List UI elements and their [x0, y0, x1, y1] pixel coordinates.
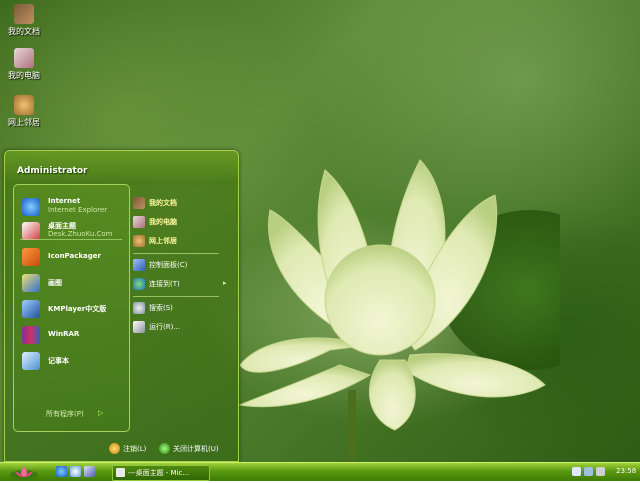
start-menu-places-pane: 我的文档 我的电脑 网上邻居 控制面板(C) 连接到(T) ▸ 搜索(S) 运行…	[129, 184, 234, 430]
run-icon	[133, 321, 145, 333]
tray-volume-icon[interactable]	[584, 467, 593, 476]
my-documents-icon	[133, 197, 145, 209]
iconpackager-icon	[22, 248, 40, 266]
taskbar-window-title: ---桌面主题 - Mic...	[128, 469, 190, 477]
place-my-computer[interactable]: 我的电脑	[133, 215, 233, 231]
my-documents-icon	[14, 4, 34, 24]
control-panel-icon	[133, 259, 145, 271]
my-computer-icon	[133, 216, 145, 228]
my-computer-icon	[14, 48, 34, 68]
taskbar-window-button[interactable]: ---桌面主题 - Mic...	[112, 465, 210, 481]
program-title: KMPlayer中文版	[48, 305, 107, 313]
program-title: 画图	[48, 279, 62, 287]
desktop-icon-label: 网上邻居	[8, 118, 40, 127]
start-menu: Administrator Internet Internet Explorer…	[4, 150, 239, 462]
place-label: 运行(R)...	[149, 323, 181, 331]
place-label: 我的电脑	[149, 218, 177, 226]
arrow-right-icon: ▷	[98, 409, 104, 417]
tray-app-icon[interactable]	[596, 467, 605, 476]
network-places-icon	[14, 95, 34, 115]
connect-to-icon	[133, 278, 145, 290]
program-title: 记事本	[48, 357, 69, 365]
place-control-panel[interactable]: 控制面板(C)	[133, 258, 233, 274]
taskbar: ---桌面主题 - Mic... 23:58	[0, 462, 640, 481]
start-menu-programs-pane: Internet Internet Explorer 桌面主题 Desk.Zhu…	[13, 184, 130, 432]
user-name: Administrator	[17, 166, 88, 176]
desktop-icon-my-computer[interactable]: 我的电脑	[2, 48, 46, 81]
paint-icon	[22, 274, 40, 292]
start-menu-header: Administrator	[5, 151, 238, 185]
lotus-start-icon	[10, 466, 38, 480]
winrar-icon	[22, 326, 40, 344]
program-paint[interactable]: 画图	[22, 273, 127, 295]
desktop-icon-label: 我的电脑	[8, 71, 40, 80]
program-title: Internet	[48, 197, 81, 205]
divider	[133, 296, 219, 297]
all-programs-button[interactable]: 所有程序(P)	[46, 409, 84, 419]
place-search[interactable]: 搜索(S)	[133, 301, 233, 317]
power-icon	[159, 443, 170, 454]
system-tray: 23:58	[570, 465, 640, 479]
tray-network-icon[interactable]	[572, 467, 581, 476]
program-winrar[interactable]: WinRAR	[22, 325, 127, 347]
program-title: IconPackager	[48, 252, 101, 260]
place-label: 控制面板(C)	[149, 261, 188, 269]
kmplayer-icon	[22, 300, 40, 318]
program-subtitle: Internet Explorer	[48, 206, 108, 214]
submenu-arrow-icon: ▸	[223, 279, 227, 287]
logoff-button[interactable]: 注销(L)	[109, 443, 157, 457]
divider	[20, 239, 122, 240]
notepad-icon	[22, 352, 40, 370]
start-menu-footer: 注销(L) 关闭计算机(U)	[5, 437, 238, 461]
logoff-icon	[109, 443, 120, 454]
place-my-documents[interactable]: 我的文档	[133, 196, 233, 212]
logoff-label: 注销(L)	[123, 445, 147, 453]
desktop-icon-network-places[interactable]: 网上邻居	[2, 95, 46, 128]
shutdown-button[interactable]: 关闭计算机(U)	[159, 443, 235, 457]
quicklaunch-ie-icon[interactable]	[56, 466, 67, 477]
start-button[interactable]	[4, 463, 44, 481]
quicklaunch-desktop-icon[interactable]	[84, 466, 95, 477]
divider	[133, 253, 219, 254]
program-iconpackager[interactable]: IconPackager	[22, 247, 127, 269]
desktop-wallpaper: 我的文档 我的电脑 网上邻居 Administrator Internet In…	[0, 0, 640, 462]
place-label: 搜索(S)	[149, 304, 173, 312]
window-icon	[116, 468, 125, 477]
program-notepad[interactable]: 记事本	[22, 351, 127, 373]
place-label: 网上邻居	[149, 237, 177, 245]
quicklaunch-browser-icon[interactable]	[70, 466, 81, 477]
place-label: 连接到(T)	[149, 280, 180, 288]
clock[interactable]: 23:58	[616, 467, 636, 475]
desk-theme-icon	[22, 222, 40, 240]
program-kmplayer[interactable]: KMPlayer中文版	[22, 299, 127, 321]
lotus-flower-image	[238, 159, 560, 460]
search-icon	[133, 302, 145, 314]
desktop-icon-my-documents[interactable]: 我的文档	[2, 4, 46, 37]
desktop-icon-label: 我的文档	[8, 27, 40, 36]
internet-explorer-icon	[22, 198, 40, 216]
shutdown-label: 关闭计算机(U)	[173, 445, 219, 453]
place-label: 我的文档	[149, 199, 177, 207]
place-run[interactable]: 运行(R)...	[133, 320, 233, 336]
program-subtitle: Desk.ZhuoKu.Com	[48, 230, 113, 238]
program-internet[interactable]: Internet Internet Explorer	[22, 197, 127, 219]
place-network-places[interactable]: 网上邻居	[133, 234, 233, 250]
program-title: WinRAR	[48, 330, 80, 338]
network-places-icon	[133, 235, 145, 247]
place-connect-to[interactable]: 连接到(T) ▸	[133, 277, 233, 293]
